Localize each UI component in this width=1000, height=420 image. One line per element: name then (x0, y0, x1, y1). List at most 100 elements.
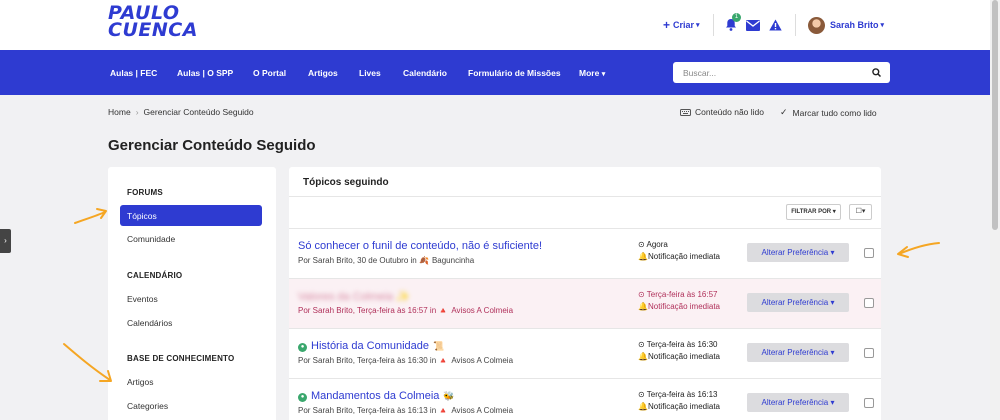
select-all-dropdown[interactable]: ☐▾ (849, 204, 872, 220)
row-checkbox[interactable] (864, 348, 874, 358)
last-activity: ⊙ Terça-feira às 16:30 (638, 340, 718, 349)
last-activity: ⊙ Agora (638, 240, 668, 249)
nav-more[interactable]: More ▾ (579, 68, 605, 78)
plus-icon: + (663, 18, 671, 32)
caret-down-icon: ▾ (880, 22, 885, 29)
row-checkbox[interactable] (864, 298, 874, 308)
sidebar-section-base: BASE DE CONHECIMENTO (127, 354, 235, 363)
nav-artigos[interactable]: Artigos (308, 68, 338, 78)
change-preference-button[interactable]: Alterar Preferência ▾ (747, 293, 849, 312)
caret-down-icon: ▾ (830, 298, 835, 307)
annotation-arrow (63, 343, 112, 382)
sidebar-item-artigos[interactable]: Artigos (127, 377, 153, 387)
nav-aulas-spp[interactable]: Aulas | O SPP (177, 68, 233, 78)
nav-calendario[interactable]: Calendário (403, 68, 447, 78)
header-divider (795, 14, 796, 36)
create-button[interactable]: + Criar ▾ (663, 14, 700, 36)
scroll-icon: 📜 (433, 341, 445, 351)
site-logo[interactable]: PAULO CUENCA (108, 4, 228, 40)
change-preference-button[interactable]: Alterar Preferência ▾ (747, 393, 849, 412)
annotation-arrow (74, 208, 107, 224)
topic-meta: Por Sarah Brito, 30 de Outubro in 🍂 Bagun… (298, 256, 475, 265)
warning-icon[interactable] (769, 19, 782, 31)
topic-title-link[interactable]: Só conhecer o funil de conteúdo, não é s… (298, 240, 542, 252)
breadcrumb-home[interactable]: Home (108, 107, 131, 117)
divider (289, 196, 881, 197)
notification-type: 🔔Notificação imediata (638, 352, 721, 361)
nav-formulario[interactable]: Formulário de Missões (468, 68, 561, 78)
caret-down-icon: ▾ (601, 71, 606, 78)
pin-icon: ● (298, 343, 307, 352)
forum-icon: 🔺 (438, 406, 449, 415)
envelope-icon[interactable] (746, 19, 760, 31)
mark-all-read-link[interactable]: ✓ Marcar tudo como lido (780, 107, 877, 118)
clock-icon: ⊙ (638, 340, 645, 349)
change-preference-button[interactable]: Alterar Preferência ▾ (747, 343, 849, 362)
row-checkbox[interactable] (864, 248, 874, 258)
main-navigation: Aulas | FEC Aulas | O SPP O Portal Artig… (0, 50, 1000, 95)
caret-down-icon: ▾ (830, 348, 835, 357)
search-icon[interactable] (872, 68, 881, 77)
sidebar-item-topicos[interactable]: Tópicos (120, 205, 262, 226)
notifications-button[interactable]: 1 (725, 12, 746, 33)
topic-title-link[interactable]: ● Mandamentos da Colmeia 🐝 (298, 390, 455, 402)
sidebar: FORUMS Tópicos Comunidade CALENDÁRIO Eve… (108, 167, 276, 420)
annotation-arrow (897, 242, 940, 258)
topic-row: ● História da Comunidade 📜 Por Sarah Brito… (289, 329, 881, 378)
keyboard-icon (680, 108, 691, 116)
topic-meta: Por Sarah Brito, Terça-feira às 16:13 in… (298, 406, 514, 415)
search-input[interactable]: Buscar... (673, 62, 890, 83)
bell-icon: 🔔 (638, 352, 648, 361)
avatar (808, 16, 825, 34)
sidebar-item-categories[interactable]: Categories (127, 401, 168, 411)
filter-button[interactable]: FILTRAR POR ▾ (786, 204, 841, 220)
forum-link[interactable]: Avisos A Colmeia (451, 406, 513, 415)
sidebar-section-forums: FORUMS (127, 188, 163, 197)
last-activity: ⊙ Terça-feira às 16:57 (638, 290, 718, 299)
change-preference-button[interactable]: Alterar Preferência ▾ (747, 243, 849, 262)
clock-icon: ⊙ (638, 390, 645, 399)
forum-icon: 🔺 (438, 356, 449, 365)
topic-meta: Por Sarah Brito, Terça-feira às 16:57 in… (298, 306, 514, 315)
topic-title-link[interactable]: ● História da Comunidade 📜 (298, 340, 444, 352)
chevron-right-icon: › (135, 107, 139, 117)
header: PAULO CUENCA + Criar ▾ 1 Sarah Brito ▾ (0, 0, 1000, 50)
forum-link[interactable]: Baguncinha (432, 256, 474, 265)
topic-meta: Por Sarah Brito, Terça-feira às 16:30 in… (298, 356, 514, 365)
bell-icon: 🔔 (638, 402, 648, 411)
notification-type: 🔔Notificação imediata (638, 252, 721, 261)
nav-portal[interactable]: O Portal (253, 68, 286, 78)
forum-icon: 🍂 (418, 256, 429, 265)
topic-row: Só conhecer o funil de conteúdo, não é s… (289, 229, 881, 278)
clock-icon: ⊙ (638, 240, 645, 249)
unread-content-link[interactable]: Conteúdo não lido (680, 107, 764, 117)
sidebar-item-eventos[interactable]: Eventos (127, 294, 158, 304)
user-menu[interactable]: Sarah Brito ▾ (808, 14, 884, 36)
header-divider (713, 14, 714, 36)
pin-icon: ● (298, 393, 307, 402)
sidebar-item-comunidade[interactable]: Comunidade (127, 234, 175, 244)
forum-icon: 🔺 (438, 306, 449, 315)
forum-link[interactable]: Avisos A Colmeia (451, 356, 513, 365)
clock-icon: ⊙ (638, 290, 645, 299)
forum-link[interactable]: Avisos A Colmeia (451, 306, 513, 315)
row-checkbox[interactable] (864, 398, 874, 408)
breadcrumb-current: Gerenciar Conteúdo Seguido (143, 107, 254, 117)
bell-icon: 🔔 (638, 302, 648, 311)
sidebar-item-calendarios[interactable]: Calendários (127, 318, 172, 328)
nav-aulas-fec[interactable]: Aulas | FEC (110, 68, 157, 78)
notification-type: 🔔Notificação imediata (638, 302, 721, 311)
caret-down-icon: ▾ (696, 22, 700, 29)
nav-lives[interactable]: Lives (359, 68, 381, 78)
chevron-right-icon: › (4, 236, 7, 245)
emoji-icon: ✨ (396, 291, 410, 303)
side-panel-toggle[interactable]: › (0, 229, 11, 253)
caret-down-icon: ▾ (830, 248, 835, 257)
page-title: Gerenciar Conteúdo Seguido (108, 137, 316, 154)
scrollbar-thumb[interactable] (992, 0, 998, 230)
breadcrumb: Home › Gerenciar Conteúdo Seguido (108, 107, 254, 117)
notification-count-badge: 1 (732, 12, 741, 22)
header-icons: 1 (725, 12, 791, 36)
caret-down-icon: ▾ (830, 398, 835, 407)
topic-title-link[interactable]: Valores da Colmeia ✨ (298, 290, 410, 303)
